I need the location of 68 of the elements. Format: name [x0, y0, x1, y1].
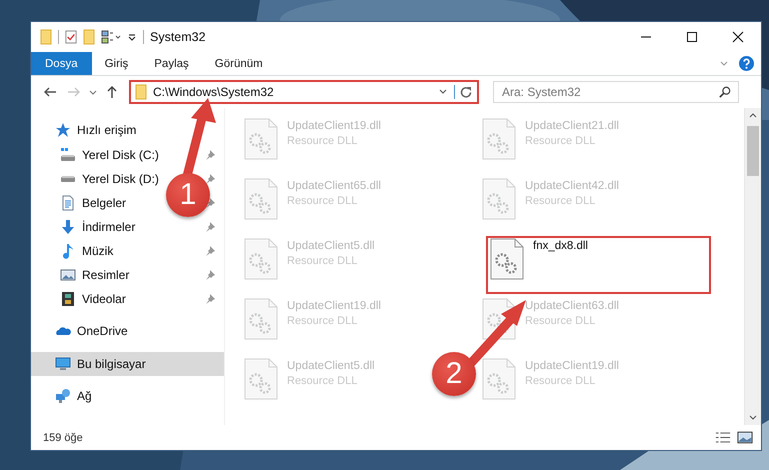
pin-icon[interactable]	[205, 270, 215, 280]
drive-icon	[60, 147, 76, 163]
file-name: UpdateClient5.dll	[287, 360, 375, 372]
sidebar-item[interactable]: Yerel Disk (C:)	[31, 143, 163, 167]
sidebar-item[interactable]: Yerel Disk (D:)	[31, 167, 163, 191]
file-name: UpdateClient42.dll	[525, 180, 619, 192]
pictures-icon	[60, 267, 76, 283]
large-icons-view-icon[interactable]	[737, 431, 753, 444]
ribbon-tab[interactable]: Dosya	[31, 52, 92, 75]
sidebar-item[interactable]: Belgeler	[31, 191, 130, 215]
sidebar-item[interactable]: Videolar	[31, 287, 130, 311]
pin-icon[interactable]	[205, 246, 215, 256]
file-name: UpdateClient19.dll	[287, 300, 381, 312]
pin-icon[interactable]	[205, 150, 215, 160]
pin-icon[interactable]	[205, 174, 215, 184]
download-arrow-icon	[60, 219, 76, 235]
pin-icon[interactable]	[205, 294, 215, 304]
ribbon-tab[interactable]: Giriş	[92, 52, 142, 75]
file-name: UpdateClient65.dll	[287, 180, 381, 192]
document-icon	[60, 195, 76, 211]
expand-ribbon-icon[interactable]	[719, 58, 729, 68]
scroll-thumb[interactable]	[747, 126, 759, 176]
view-layout-icon[interactable]	[101, 29, 121, 45]
pin-icon[interactable]	[205, 222, 215, 232]
file-name: UpdateClient21.dll	[525, 120, 619, 132]
dll-file-icon	[244, 118, 278, 160]
sidebar-item[interactable]: Hızlı erişim	[31, 118, 140, 142]
dll-file-icon	[244, 178, 278, 220]
dll-file-icon	[244, 358, 278, 400]
sidebar-item[interactable]: İndirmeler	[31, 215, 140, 239]
file-name: UpdateClient63.dll	[525, 300, 619, 312]
monitor-icon	[55, 356, 71, 372]
star-icon	[55, 122, 71, 138]
details-view-icon[interactable]	[715, 431, 731, 444]
search-icon	[719, 86, 731, 98]
sidebar-item[interactable]: Resimler	[31, 263, 134, 287]
window-title: System32	[150, 30, 206, 44]
item-count: 159 öğe	[43, 432, 83, 444]
ribbon-tab[interactable]: Paylaş	[141, 52, 202, 75]
network-icon	[55, 388, 71, 404]
dll-file-icon	[482, 118, 516, 160]
drive-icon	[60, 176, 76, 182]
pin-icon[interactable]	[205, 198, 215, 208]
dll-file-icon	[244, 238, 278, 280]
film-icon	[60, 291, 76, 307]
dll-file-icon	[490, 238, 524, 280]
dll-file-icon	[482, 178, 516, 220]
file-name: UpdateClient5.dll	[287, 240, 375, 252]
sidebar-item[interactable]: Müzik	[31, 239, 118, 263]
file-name: UpdateClient19.dll	[525, 360, 619, 372]
file-name: UpdateClient19.dll	[287, 120, 381, 132]
sidebar-item[interactable]: Bu bilgisayar	[31, 352, 224, 376]
folder-icon	[135, 84, 147, 100]
search-field[interactable]: Ara: System32	[493, 81, 739, 103]
annotation-arrow	[468, 300, 526, 366]
sidebar-item[interactable]: OneDrive	[31, 319, 132, 343]
ribbon-tab[interactable]: Görünüm	[202, 52, 276, 75]
address-bar[interactable]: C:\Windows\System32	[129, 80, 479, 104]
recent-locations-icon[interactable]	[89, 88, 97, 96]
dll-file-icon	[482, 358, 516, 400]
dll-file-icon	[244, 298, 278, 340]
sidebar-item[interactable]: Ağ	[31, 384, 96, 408]
scrollbar[interactable]	[744, 108, 761, 425]
properties-check-icon[interactable]	[65, 29, 77, 45]
file-name: fnx_dx8.dll	[533, 240, 588, 252]
address-path: C:\Windows\System32	[153, 85, 274, 99]
file-item[interactable]: fnx_dx8.dll	[486, 236, 711, 294]
help-icon[interactable]	[739, 56, 754, 71]
